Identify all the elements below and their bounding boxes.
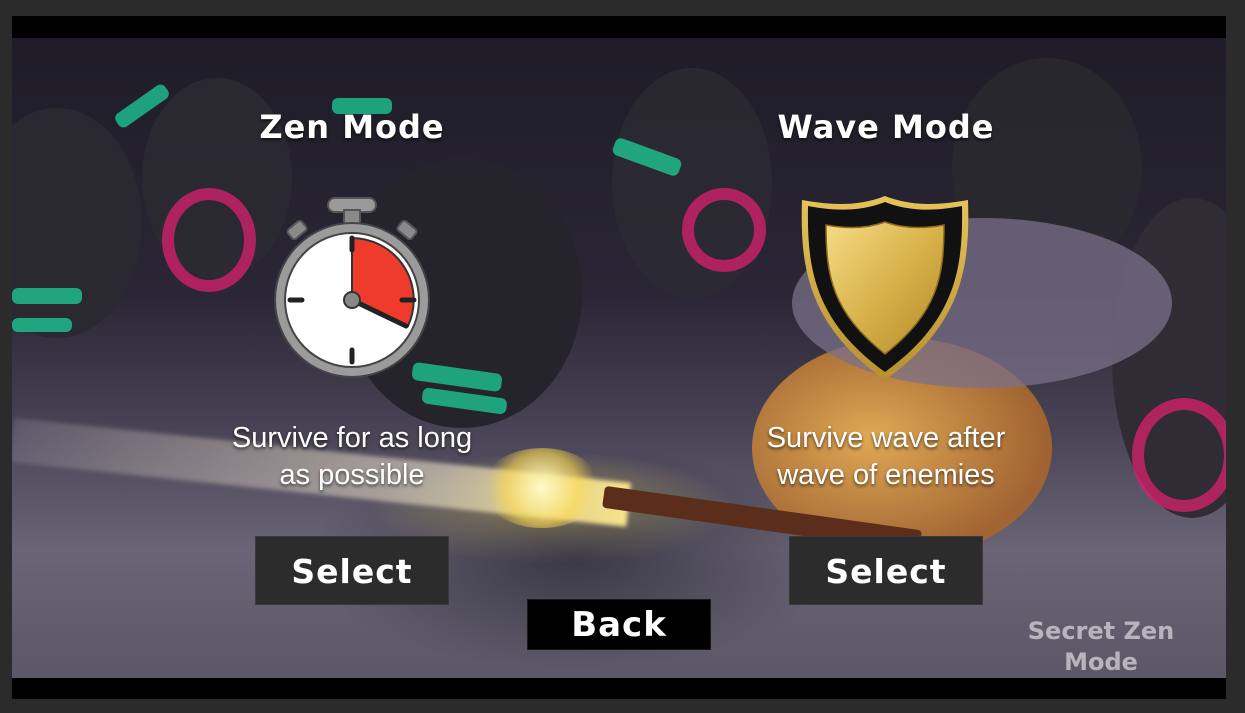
zen-mode-title: Zen Mode	[259, 108, 445, 146]
shield-icon	[800, 194, 970, 386]
bg-target-ring	[162, 188, 256, 292]
bg-target-ring	[682, 188, 766, 272]
bg-stripe	[12, 318, 72, 332]
zen-mode-select-button[interactable]: Select	[255, 536, 449, 605]
secret-zen-mode-button[interactable]: Secret Zen Mode	[1012, 616, 1190, 678]
wave-mode-select-button[interactable]: Select	[789, 536, 983, 605]
zen-mode-desc-line2: as possible	[279, 459, 425, 491]
stopwatch-icon	[270, 196, 434, 384]
zen-mode-desc-line1: Survive for as long	[231, 422, 473, 454]
zen-mode-description: Survive for as long as possible	[182, 420, 522, 494]
bg-stripe	[12, 288, 82, 304]
wave-mode-description: Survive wave after wave of enemies	[716, 420, 1056, 494]
back-button[interactable]: Back	[527, 599, 711, 650]
background-scene	[12, 38, 1226, 678]
secret-zen-mode-line2: Mode	[1064, 648, 1138, 676]
secret-zen-mode-line1: Secret Zen	[1027, 617, 1175, 645]
wave-mode-title: Wave Mode	[777, 108, 995, 146]
wave-mode-desc-line1: Survive wave after	[766, 422, 1006, 454]
game-viewport: Zen Mode Survive for as long as possible…	[12, 16, 1226, 699]
bg-target-ring	[1132, 398, 1226, 512]
wave-mode-desc-line2: wave of enemies	[777, 459, 995, 491]
